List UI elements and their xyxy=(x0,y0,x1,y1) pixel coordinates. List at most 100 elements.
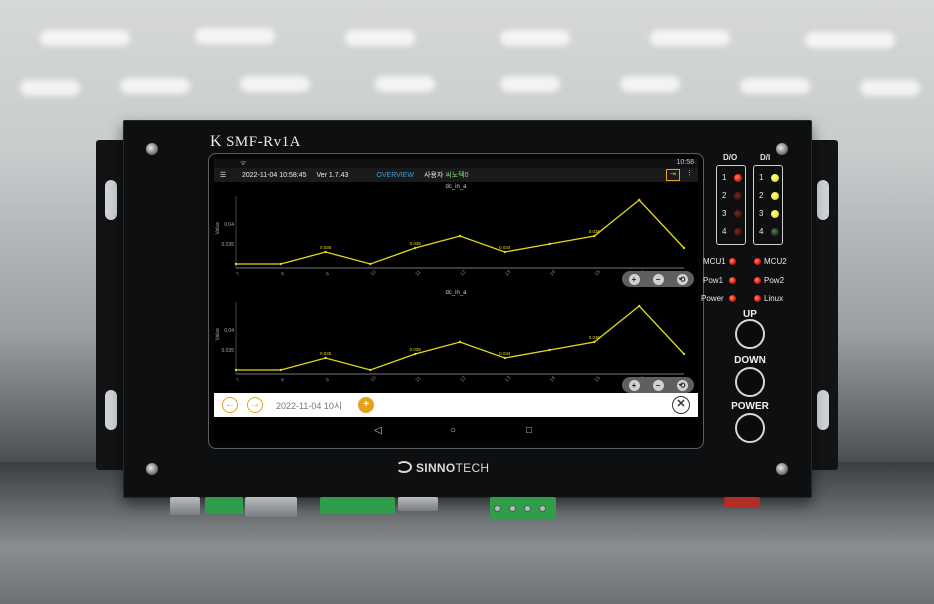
data-point xyxy=(369,262,372,266)
back-icon[interactable]: ◁ xyxy=(374,425,382,436)
x-tick-label: 14 xyxy=(549,375,557,383)
data-point xyxy=(503,356,506,360)
do-row: 1 xyxy=(717,170,745,188)
zoom-out-icon[interactable]: − xyxy=(652,273,664,285)
status-mcu1: MCU1 xyxy=(703,257,736,266)
y-tick-label: 0.035 xyxy=(221,242,234,248)
zoom-out-icon[interactable]: − xyxy=(652,379,664,391)
led-icon xyxy=(754,295,761,302)
add-icon[interactable]: + xyxy=(358,397,375,413)
screw-icon xyxy=(146,463,158,475)
more-options-icon[interactable]: ⋮ xyxy=(686,169,693,177)
data-point xyxy=(414,352,417,356)
selected-date[interactable]: 2022-11-04 10시 xyxy=(276,399,342,412)
user-label: 사용자 xyxy=(424,172,444,179)
app-bar: ☰ 2022-11-04 10:58:45 Ver 1.7.43 OVERVIE… xyxy=(214,168,698,182)
di-row: 1 xyxy=(754,170,782,188)
data-point xyxy=(279,368,282,372)
menu-icon[interactable]: ☰ xyxy=(216,171,230,179)
data-label: 0.035 xyxy=(320,351,332,356)
data-label: 0.036 xyxy=(589,335,601,340)
do-row: 2 xyxy=(717,188,745,206)
led-icon xyxy=(729,295,736,302)
di-label: D/I xyxy=(760,153,771,162)
screw-icon xyxy=(776,463,788,475)
data-label: 0.035 xyxy=(410,347,422,352)
android-nav-bar: ◁ ○ □ xyxy=(214,419,698,443)
x-tick-label: 13 xyxy=(504,269,512,277)
model-label: K SMF-Rv1A xyxy=(210,133,301,150)
data-label: 0.035 xyxy=(320,245,332,250)
zoom-in-icon[interactable]: + xyxy=(628,379,640,391)
led-icon xyxy=(754,258,761,265)
status-pow1: Pow1 xyxy=(703,276,736,285)
data-point xyxy=(458,340,462,344)
x-tick-label: 7 xyxy=(235,377,241,383)
user-name: 씨노텍0 xyxy=(445,172,469,179)
terminal-block xyxy=(490,497,556,519)
previous-icon[interactable]: ← xyxy=(222,397,238,413)
status-linux: Linux xyxy=(754,294,783,303)
led-icon xyxy=(734,210,742,218)
data-point xyxy=(458,234,462,238)
exit-icon[interactable]: ⇥ xyxy=(666,169,680,181)
x-tick-label: 13 xyxy=(504,375,512,383)
x-tick-label: 15 xyxy=(594,375,602,383)
data-point xyxy=(638,198,641,202)
y-tick-label: 0.04 xyxy=(224,222,234,228)
data-line xyxy=(236,305,685,371)
data-point xyxy=(369,368,372,372)
data-point xyxy=(593,234,596,238)
x-tick-label: 10 xyxy=(370,269,378,277)
x-tick-label: 10 xyxy=(370,375,378,383)
status-clock: 10:58 xyxy=(676,159,694,166)
screw-icon xyxy=(776,143,788,155)
status-mcu2: MCU2 xyxy=(754,257,787,266)
android-status-bar: ᯤ 10:58 xyxy=(214,159,698,168)
data-point xyxy=(548,348,551,352)
led-icon xyxy=(734,192,742,200)
tab-overview[interactable]: OVERVIEW xyxy=(376,172,414,179)
zoom-in-icon[interactable]: + xyxy=(628,273,640,285)
x-tick-label: 9 xyxy=(325,377,331,383)
data-label: 0.034 xyxy=(499,351,511,356)
up-button[interactable] xyxy=(735,319,765,349)
data-point xyxy=(638,304,641,308)
led-icon xyxy=(754,277,761,284)
reset-zoom-icon[interactable]: ⟲ xyxy=(676,273,688,285)
zoom-controls: + − ⟲ xyxy=(622,377,694,393)
x-tick-label: 9 xyxy=(325,271,331,277)
reset-zoom-icon[interactable]: ⟲ xyxy=(676,379,688,391)
line-chart-svg: 0.040.035789101112131415160.0350.0350.03… xyxy=(221,302,686,383)
recents-icon[interactable]: □ xyxy=(526,425,532,436)
do-label: D/O xyxy=(723,153,738,162)
data-point xyxy=(324,250,327,254)
device-front-panel: K SMF-Rv1A ᯤ 10:58 ☰ 2022-11-04 10:58:45 … xyxy=(123,120,812,498)
data-point xyxy=(593,340,596,344)
connector xyxy=(170,497,200,515)
data-point xyxy=(548,242,551,246)
data-label: 0.036 xyxy=(589,229,601,234)
close-icon[interactable]: ✕ xyxy=(672,396,690,414)
home-icon[interactable]: ○ xyxy=(450,425,456,436)
x-tick-label: 12 xyxy=(459,269,467,277)
di-row: 3 xyxy=(754,206,782,224)
data-label: 0.035 xyxy=(410,241,422,246)
data-point xyxy=(414,246,417,250)
di-row: 2 xyxy=(754,188,782,206)
led-icon xyxy=(771,192,779,200)
power-button[interactable] xyxy=(735,413,765,443)
data-point xyxy=(234,368,238,372)
next-icon[interactable]: → xyxy=(247,397,263,413)
down-button[interactable] xyxy=(735,367,765,397)
date-selector-bar: ← → 2022-11-04 10시 + ✕ xyxy=(214,393,698,417)
data-line xyxy=(236,199,685,265)
red-tab xyxy=(724,497,760,507)
screw-icon xyxy=(146,143,158,155)
zoom-controls: + − ⟲ xyxy=(622,271,694,287)
x-tick-label: 15 xyxy=(594,269,602,277)
led-icon xyxy=(734,228,742,236)
y-tick-label: 0.04 xyxy=(224,328,234,334)
y-tick-label: 0.035 xyxy=(221,348,234,354)
x-tick-label: 14 xyxy=(549,269,557,277)
